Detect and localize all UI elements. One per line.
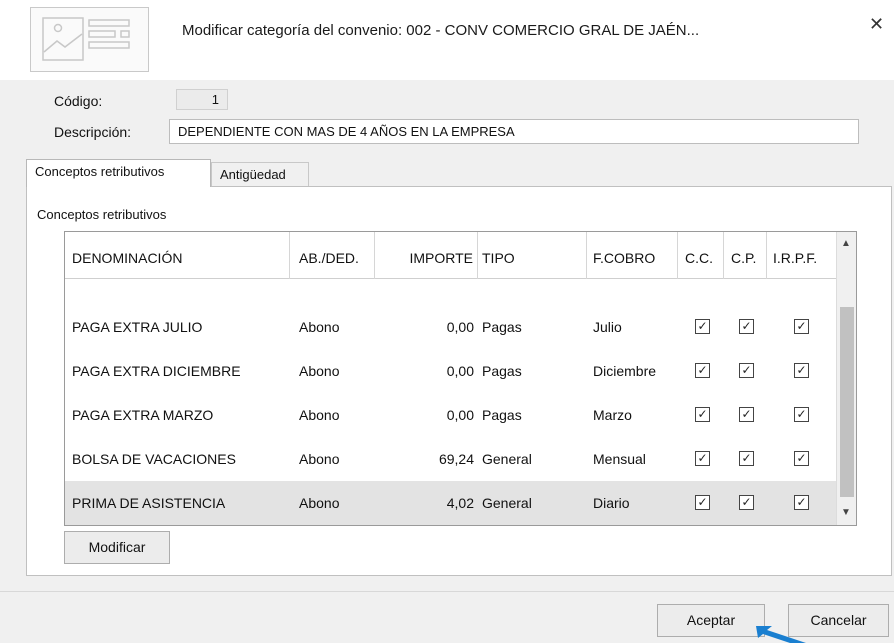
checkbox-cc[interactable]: ✓ bbox=[695, 363, 710, 378]
column-header-abded[interactable]: AB./DED. bbox=[291, 232, 375, 279]
checkbox-cc[interactable]: ✓ bbox=[695, 495, 710, 510]
checkbox-cc[interactable]: ✓ bbox=[695, 319, 710, 334]
cell-tipo: Pagas bbox=[482, 407, 522, 423]
cell-fcobro: Diario bbox=[593, 495, 630, 511]
dialog-title: Modificar categoría del convenio: 002 - … bbox=[182, 22, 700, 39]
checkbox-irpf[interactable]: ✓ bbox=[794, 319, 809, 334]
checkbox-cc[interactable]: ✓ bbox=[695, 451, 710, 466]
pointer-arrow-icon bbox=[756, 626, 806, 643]
footer-divider bbox=[0, 591, 894, 592]
checkbox-irpf[interactable]: ✓ bbox=[794, 363, 809, 378]
close-icon[interactable]: ✕ bbox=[869, 14, 884, 35]
cell-denominacion: BOLSA DE VACACIONES bbox=[72, 451, 236, 467]
cell-abded: Abono bbox=[299, 451, 340, 467]
cell-fcobro: Diciembre bbox=[593, 363, 657, 379]
checkbox-cp[interactable]: ✓ bbox=[739, 363, 754, 378]
checkbox-cc[interactable]: ✓ bbox=[695, 407, 710, 422]
dialog-header: Modificar categoría del convenio: 002 - … bbox=[0, 0, 894, 80]
descripcion-label: Descripción: bbox=[54, 124, 132, 140]
cell-fcobro: Marzo bbox=[593, 407, 632, 423]
checkbox-irpf[interactable]: ✓ bbox=[794, 451, 809, 466]
checkbox-cp[interactable]: ✓ bbox=[739, 319, 754, 334]
cell-abded: Abono bbox=[299, 363, 340, 379]
conceptos-grid[interactable]: DENOMINACIÓN AB./DED. IMPORTE TIPO F.COB… bbox=[64, 231, 857, 526]
scroll-down-icon[interactable]: ▼ bbox=[841, 507, 851, 518]
image-placeholder-icon bbox=[30, 7, 149, 72]
cell-denominacion: PRIMA DE ASISTENCIA bbox=[72, 495, 226, 511]
cell-importe: 0,00 bbox=[446, 363, 474, 379]
cell-importe: 0,00 bbox=[446, 319, 474, 335]
cell-abded: Abono bbox=[299, 407, 340, 423]
column-header-tipo[interactable]: TIPO bbox=[479, 232, 587, 279]
checkbox-cp[interactable]: ✓ bbox=[739, 495, 754, 510]
cell-denominacion: PAGA EXTRA JULIO bbox=[72, 319, 203, 335]
modificar-button[interactable]: Modificar bbox=[64, 531, 170, 564]
cell-tipo: General bbox=[482, 451, 532, 467]
table-row[interactable]: PRIMA DE ASISTENCIA Abono 4,02 General Diari… bbox=[65, 481, 836, 525]
cell-fcobro: Mensual bbox=[593, 451, 646, 467]
column-header-cp[interactable]: C.P. bbox=[725, 232, 767, 279]
checkbox-cp[interactable]: ✓ bbox=[739, 451, 754, 466]
table-row[interactable]: BOLSA DE VACACIONES Abono 69,24 General Mens… bbox=[65, 437, 836, 481]
cell-abded: Abono bbox=[299, 319, 340, 335]
column-header-importe[interactable]: IMPORTE bbox=[376, 232, 478, 279]
checkbox-irpf[interactable]: ✓ bbox=[794, 495, 809, 510]
codigo-field[interactable]: 1 bbox=[176, 89, 228, 110]
column-header-cc[interactable]: C.C. bbox=[679, 232, 724, 279]
cell-importe: 69,24 bbox=[438, 451, 474, 467]
cell-denominacion: PAGA EXTRA MARZO bbox=[72, 407, 214, 423]
table-row[interactable]: PAGA EXTRA MARZO Abono 0,00 Pagas Marzo ✓ ✓ ✓ bbox=[65, 393, 836, 437]
cell-denominacion: PAGA EXTRA DICIEMBRE bbox=[72, 363, 241, 379]
tab-conceptos-retributivos[interactable]: Conceptos retributivos bbox=[26, 159, 211, 187]
column-header-denominacion[interactable]: DENOMINACIÓN bbox=[72, 232, 290, 279]
cell-importe: 4,02 bbox=[446, 495, 474, 511]
cell-fcobro: Julio bbox=[593, 319, 622, 335]
scroll-up-icon[interactable]: ▲ bbox=[841, 238, 851, 249]
checkbox-irpf[interactable]: ✓ bbox=[794, 407, 809, 422]
cell-abded: Abono bbox=[299, 495, 340, 511]
scrollbar-thumb[interactable] bbox=[840, 307, 854, 497]
tab-antiguedad[interactable]: Antigüedad bbox=[211, 162, 309, 188]
section-label: Conceptos retributivos bbox=[37, 207, 167, 222]
cell-tipo: Pagas bbox=[482, 363, 522, 379]
codigo-label: Código: bbox=[54, 93, 103, 109]
table-row[interactable]: PAGA EXTRA DICIEMBRE Abono 0,00 Pagas Diciem… bbox=[65, 349, 836, 393]
column-header-fcobro[interactable]: F.COBRO bbox=[588, 232, 678, 279]
vertical-scrollbar[interactable]: ▲ ▼ bbox=[836, 232, 856, 525]
cell-tipo: Pagas bbox=[482, 319, 522, 335]
descripcion-field[interactable]: DEPENDIENTE CON MAS DE 4 AÑOS EN LA EMPR… bbox=[169, 119, 859, 144]
grid-header: DENOMINACIÓN AB./DED. IMPORTE TIPO F.COB… bbox=[65, 232, 836, 279]
checkbox-cp[interactable]: ✓ bbox=[739, 407, 754, 422]
table-row[interactable]: PAGA EXTRA JULIO Abono 0,00 Pagas Julio ✓ ✓ ✓ bbox=[65, 305, 836, 349]
cell-tipo: General bbox=[482, 495, 532, 511]
cell-importe: 0,00 bbox=[446, 407, 474, 423]
aceptar-button[interactable]: Aceptar bbox=[657, 604, 765, 637]
column-header-irpf[interactable]: I.R.P.F. bbox=[768, 232, 836, 279]
